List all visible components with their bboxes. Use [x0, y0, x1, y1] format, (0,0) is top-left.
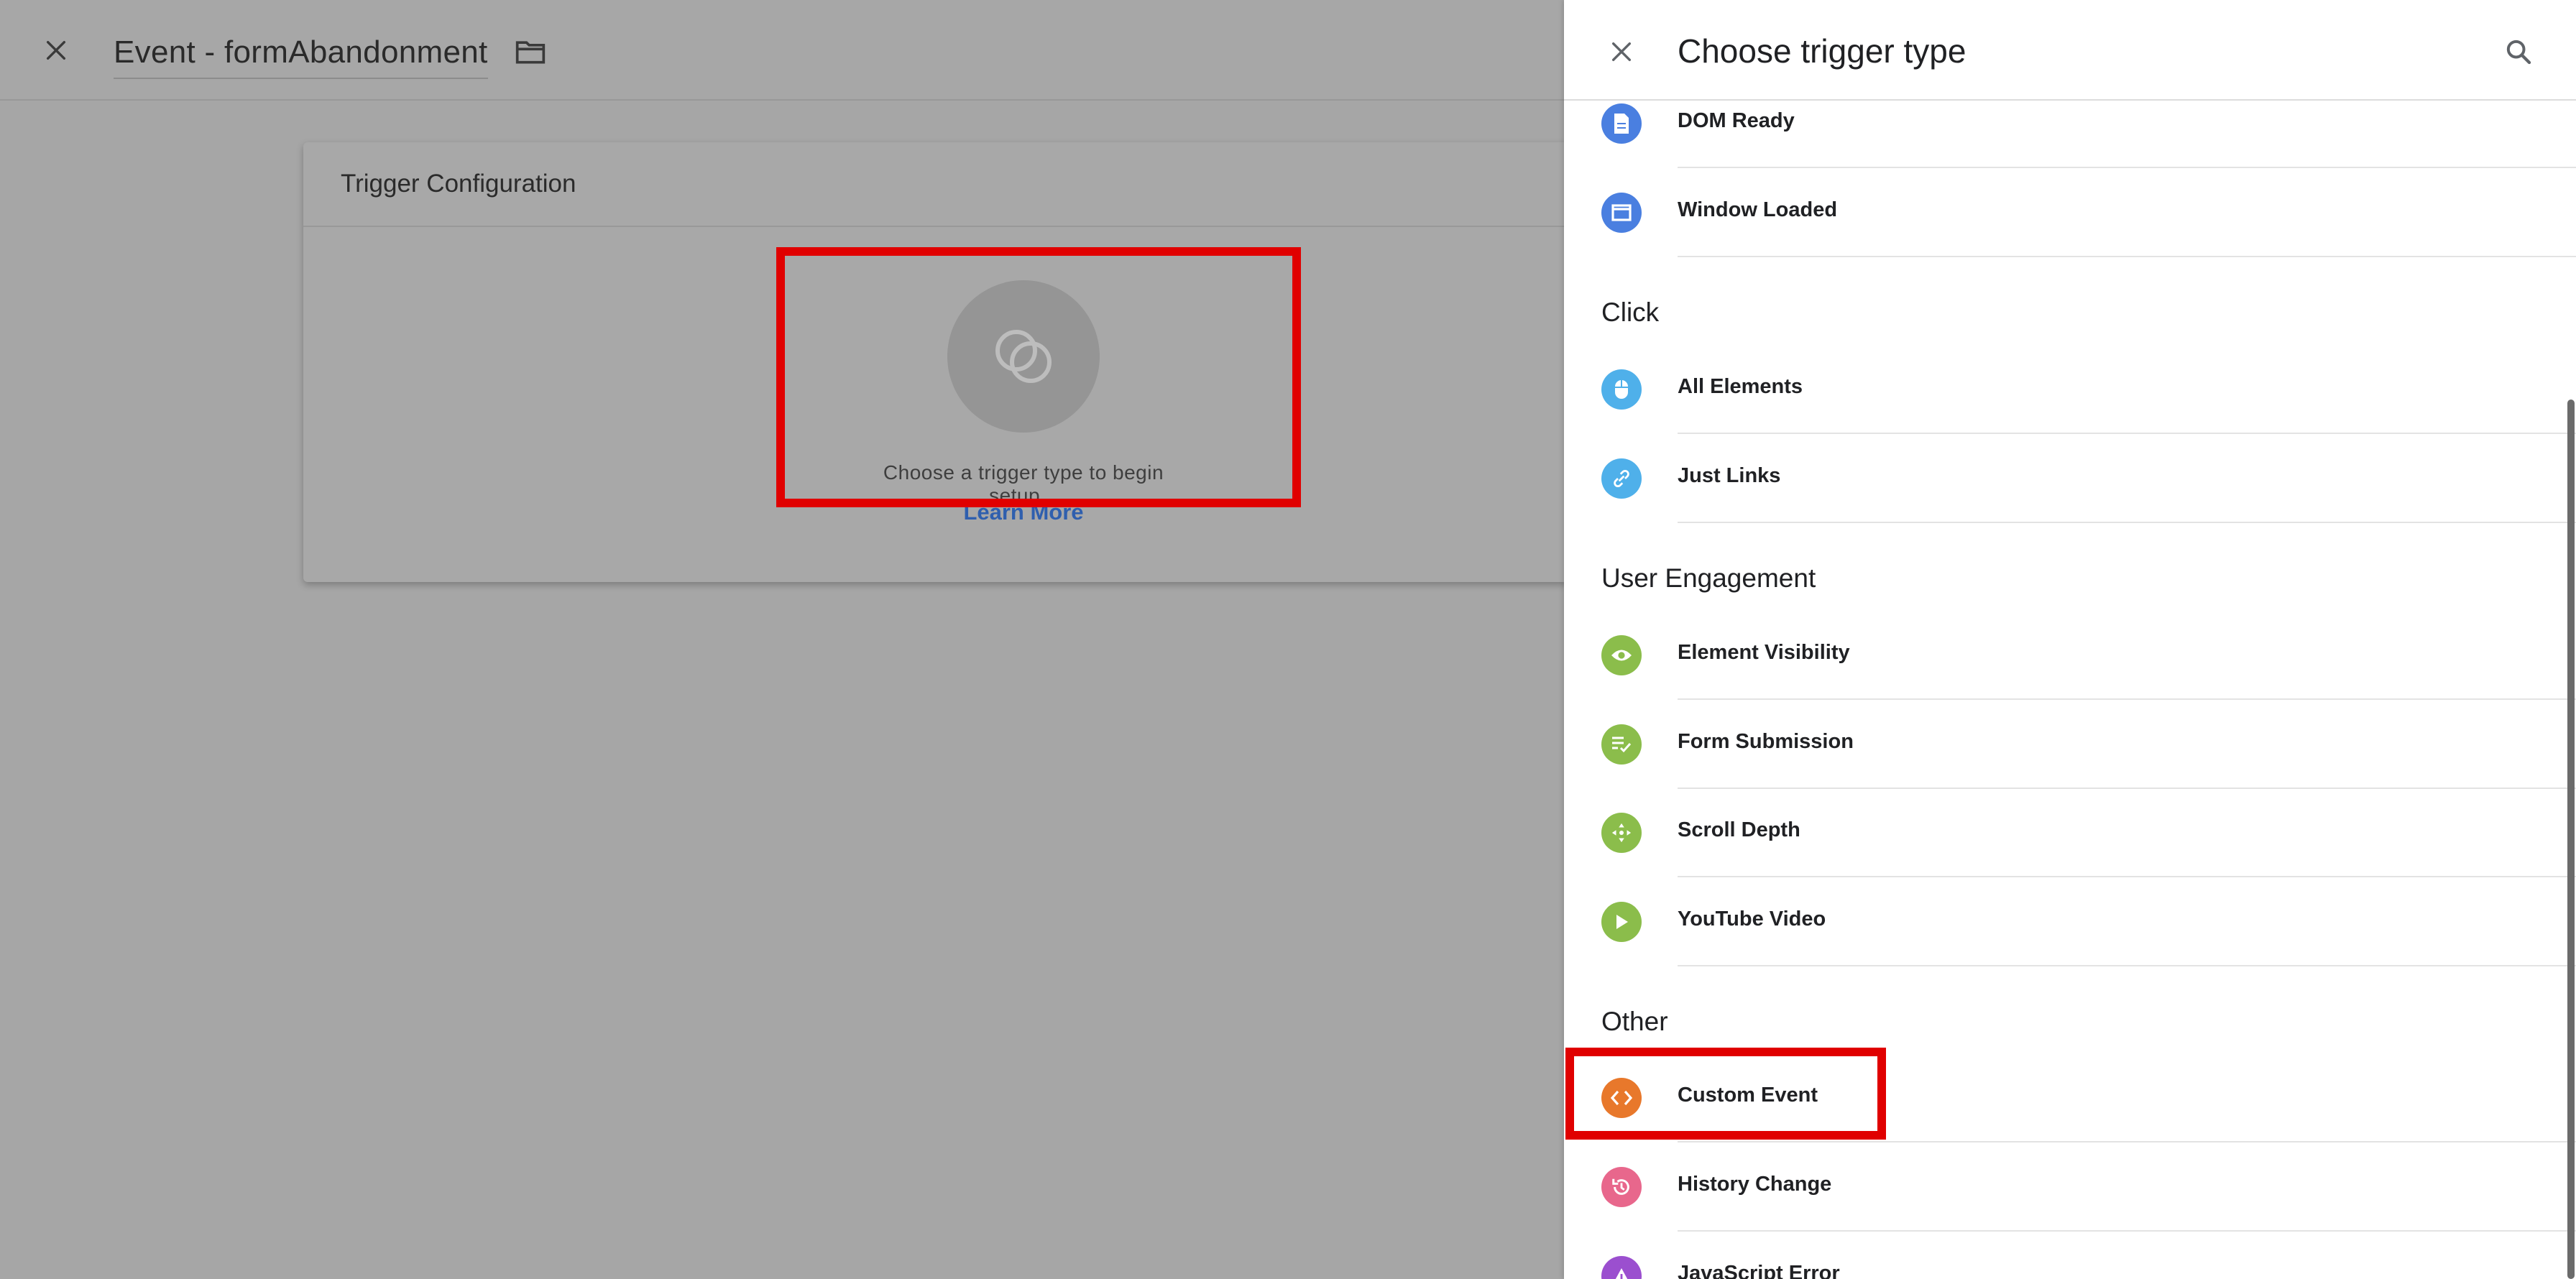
trigger-item-just-links[interactable]: Just Links [1564, 434, 2576, 523]
window-icon [1601, 193, 1642, 233]
trigger-item-label: JavaScript Error [1678, 1262, 1840, 1279]
section-heading-user-engagement: User Engagement [1601, 563, 1816, 593]
trigger-type-placeholder-button[interactable] [947, 280, 1100, 433]
trigger-name: Event - formAbandonment [114, 34, 488, 70]
trigger-item-scroll-depth[interactable]: Scroll Depth [1564, 788, 2576, 877]
editor-top-bar: Event - formAbandonment [0, 0, 1564, 101]
panel-title: Choose trigger type [1678, 32, 1966, 70]
section-heading-click: Click [1601, 297, 1660, 327]
trigger-item-history-change[interactable]: History Change [1564, 1142, 2576, 1232]
trigger-item-label: Window Loaded [1678, 198, 1838, 221]
search-icon[interactable] [2498, 32, 2539, 72]
trigger-item-custom-event[interactable]: Custom Event [1564, 1053, 2576, 1142]
trigger-item-label: Just Links [1678, 464, 1781, 487]
trigger-configuration-card: Trigger Configuration Choose a trigger t… [303, 142, 1568, 582]
form-check-icon [1601, 724, 1642, 765]
link-icon [1601, 458, 1642, 499]
choose-trigger-type-panel: DOM Ready Window Loaded Click All Elemen… [1564, 0, 2576, 1279]
trigger-item-label: YouTube Video [1678, 908, 1826, 931]
mouse-icon [1601, 369, 1642, 410]
trigger-item-javascript-error[interactable]: JavaScript Error [1564, 1232, 2576, 1279]
play-icon [1601, 902, 1642, 942]
trigger-item-youtube-video[interactable]: YouTube Video [1564, 877, 2576, 966]
section-heading-other: Other [1601, 1007, 1668, 1036]
folder-icon[interactable] [512, 33, 549, 70]
overlapping-circles-icon [995, 330, 1052, 383]
editor-close-icon[interactable] [36, 30, 76, 70]
document-icon [1601, 103, 1642, 144]
divider [1678, 256, 2576, 257]
divider [1678, 522, 2576, 523]
warning-triangle-icon [1601, 1256, 1642, 1279]
move-arrows-icon [1601, 813, 1642, 853]
trigger-item-element-visibility[interactable]: Element Visibility [1564, 611, 2576, 700]
history-icon [1601, 1167, 1642, 1207]
panel-close-icon[interactable] [1601, 32, 1642, 72]
trigger-item-window-loaded[interactable]: Window Loaded [1564, 168, 2576, 257]
divider [1678, 965, 2576, 966]
panel-header: Choose trigger type [1564, 0, 2576, 101]
trigger-item-label: Element Visibility [1678, 641, 1850, 664]
trigger-item-label: Custom Event [1678, 1084, 1818, 1107]
panel-scrollbar[interactable] [2567, 400, 2575, 1279]
trigger-item-form-submission[interactable]: Form Submission [1564, 700, 2576, 789]
learn-more-link[interactable]: Learn More [921, 499, 1126, 525]
trigger-item-label: All Elements [1678, 375, 1803, 398]
trigger-item-label: History Change [1678, 1173, 1832, 1196]
code-brackets-icon [1601, 1078, 1642, 1118]
card-title: Trigger Configuration [341, 170, 576, 198]
trigger-item-label: DOM Ready [1678, 109, 1795, 132]
trigger-name-field[interactable]: Event - formAbandonment [114, 27, 488, 79]
trigger-item-all-elements[interactable]: All Elements [1564, 345, 2576, 434]
trigger-item-label: Form Submission [1678, 730, 1854, 753]
trigger-item-label: Scroll Depth [1678, 818, 1800, 841]
card-header: Trigger Configuration [303, 142, 1568, 227]
eye-icon [1601, 635, 1642, 675]
